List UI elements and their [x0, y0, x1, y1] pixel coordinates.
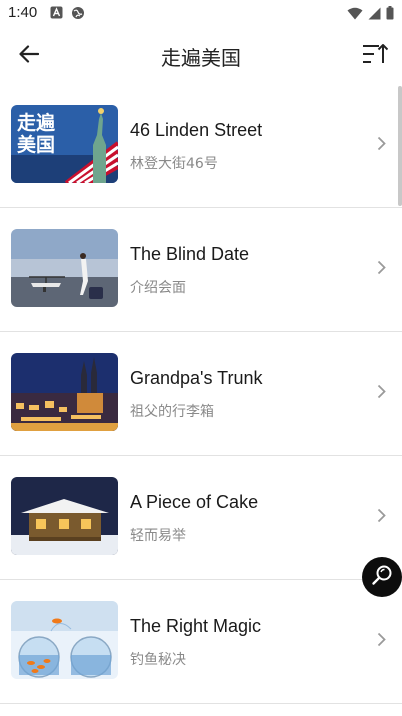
lesson-subtitle: 轻而易举 — [130, 528, 186, 544]
search-fab-button[interactable] — [362, 557, 402, 597]
lesson-title: The Right Magic — [130, 616, 262, 636]
chevron-right-icon — [377, 260, 386, 280]
notification-a-icon — [50, 6, 63, 25]
list-item[interactable]: The Blind Date 介绍会面 — [0, 208, 402, 332]
wifi-icon — [347, 7, 363, 25]
lesson-title: Grandpa's Trunk — [130, 368, 263, 388]
lesson-title: The Blind Date — [130, 244, 250, 264]
list-item[interactable]: A Piece of Cake 轻而易举 — [0, 456, 402, 580]
lesson-subtitle: 林登大街46号 — [130, 156, 218, 172]
lesson-list: 走遍 美国 46 Linden Street 林登大街46号 The Blind… — [0, 84, 402, 704]
page-title: 走遍美国 — [161, 46, 241, 70]
lesson-thumbnail: 走遍 美国 — [11, 105, 118, 183]
thumb-title-line2: 美国 — [17, 133, 55, 156]
status-right-icons — [347, 6, 394, 25]
lesson-subtitle: 钓鱼秘决 — [130, 652, 186, 668]
lesson-thumbnail — [11, 601, 118, 679]
chevron-right-icon — [377, 136, 386, 156]
sort-button[interactable] — [358, 40, 392, 72]
lesson-subtitle: 介绍会面 — [130, 280, 186, 296]
list-item[interactable]: 走遍 美国 46 Linden Street 林登大街46号 — [0, 84, 402, 208]
chevron-right-icon — [377, 632, 386, 652]
list-item[interactable]: The Right Magic 钓鱼秘决 — [0, 580, 402, 704]
lesson-thumbnail — [11, 477, 118, 555]
lesson-thumbnail — [11, 229, 118, 307]
lesson-title: 46 Linden Street — [130, 120, 263, 140]
sort-ascending-icon — [362, 43, 389, 70]
globe-icon — [71, 6, 85, 25]
search-icon — [371, 564, 393, 591]
list-item[interactable]: Grandpa's Trunk 祖父的行李箱 — [0, 332, 402, 456]
status-bar: 1:40 — [0, 0, 402, 28]
status-left-icons — [50, 6, 85, 25]
app-header: 走遍美国 — [0, 28, 402, 84]
lesson-title: A Piece of Cake — [130, 492, 259, 512]
status-time: 1:40 — [8, 4, 38, 21]
thumb-title-line1: 走遍 — [17, 111, 56, 134]
battery-icon — [386, 6, 394, 25]
lesson-subtitle: 祖父的行李箱 — [130, 404, 214, 420]
lesson-thumbnail — [11, 353, 118, 431]
signal-icon — [368, 7, 381, 25]
scrollbar-thumb[interactable] — [398, 86, 402, 206]
chevron-right-icon — [377, 384, 386, 404]
chevron-right-icon — [377, 508, 386, 528]
